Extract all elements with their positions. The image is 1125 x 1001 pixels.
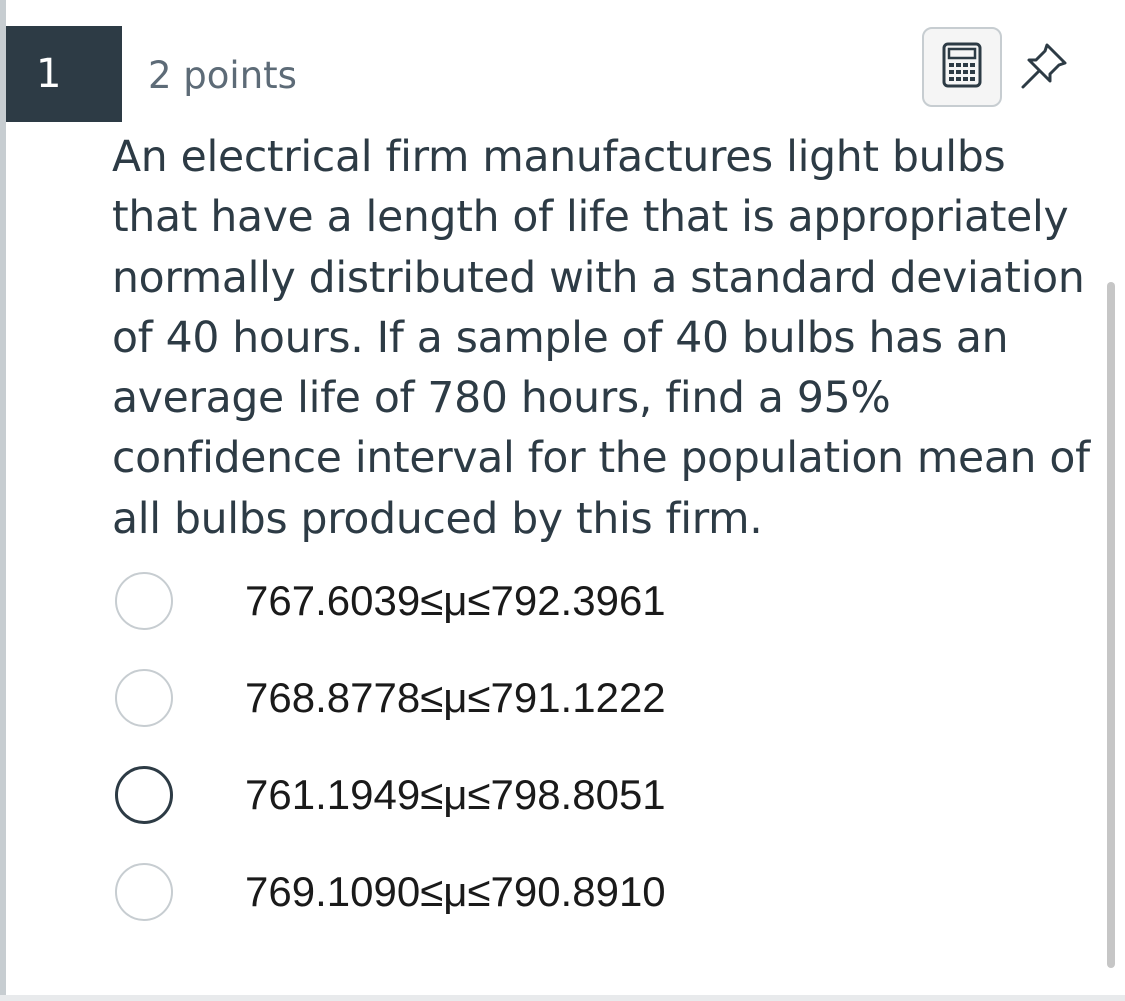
calculator-icon — [942, 42, 982, 92]
answer-option[interactable]: 768.8778≤μ≤791.1222 — [110, 662, 1010, 759]
calculator-button[interactable] — [922, 27, 1002, 107]
question-text: An electrical firm manufactures light bu… — [112, 133, 1090, 544]
radio-button[interactable] — [115, 863, 173, 921]
radio-button[interactable] — [115, 669, 173, 727]
answer-label: 768.8778≤μ≤791.1222 — [245, 674, 666, 721]
radio-button[interactable] — [115, 766, 173, 824]
answer-option[interactable]: 767.6039≤μ≤792.3961 — [110, 565, 1010, 662]
question-number-badge: 1 — [6, 26, 122, 122]
answer-option[interactable]: 761.1949≤μ≤798.8051 — [110, 759, 1010, 856]
bottom-border — [0, 995, 1125, 1001]
pin-button[interactable] — [1014, 38, 1074, 98]
answer-label: 767.6039≤μ≤792.3961 — [245, 577, 666, 624]
answer-label: 769.1090≤μ≤790.8910 — [245, 868, 666, 915]
answer-list: 767.6039≤μ≤792.3961 768.8778≤μ≤791.1222 … — [110, 565, 1010, 953]
scrollbar[interactable] — [1107, 282, 1115, 968]
radio-button[interactable] — [115, 572, 173, 630]
pin-icon — [1017, 39, 1071, 97]
answer-option[interactable]: 769.1090≤μ≤790.8910 — [110, 856, 1010, 953]
question-points: 2 points — [148, 54, 297, 97]
answer-label: 761.1949≤μ≤798.8051 — [245, 771, 666, 818]
left-border — [0, 0, 6, 1001]
